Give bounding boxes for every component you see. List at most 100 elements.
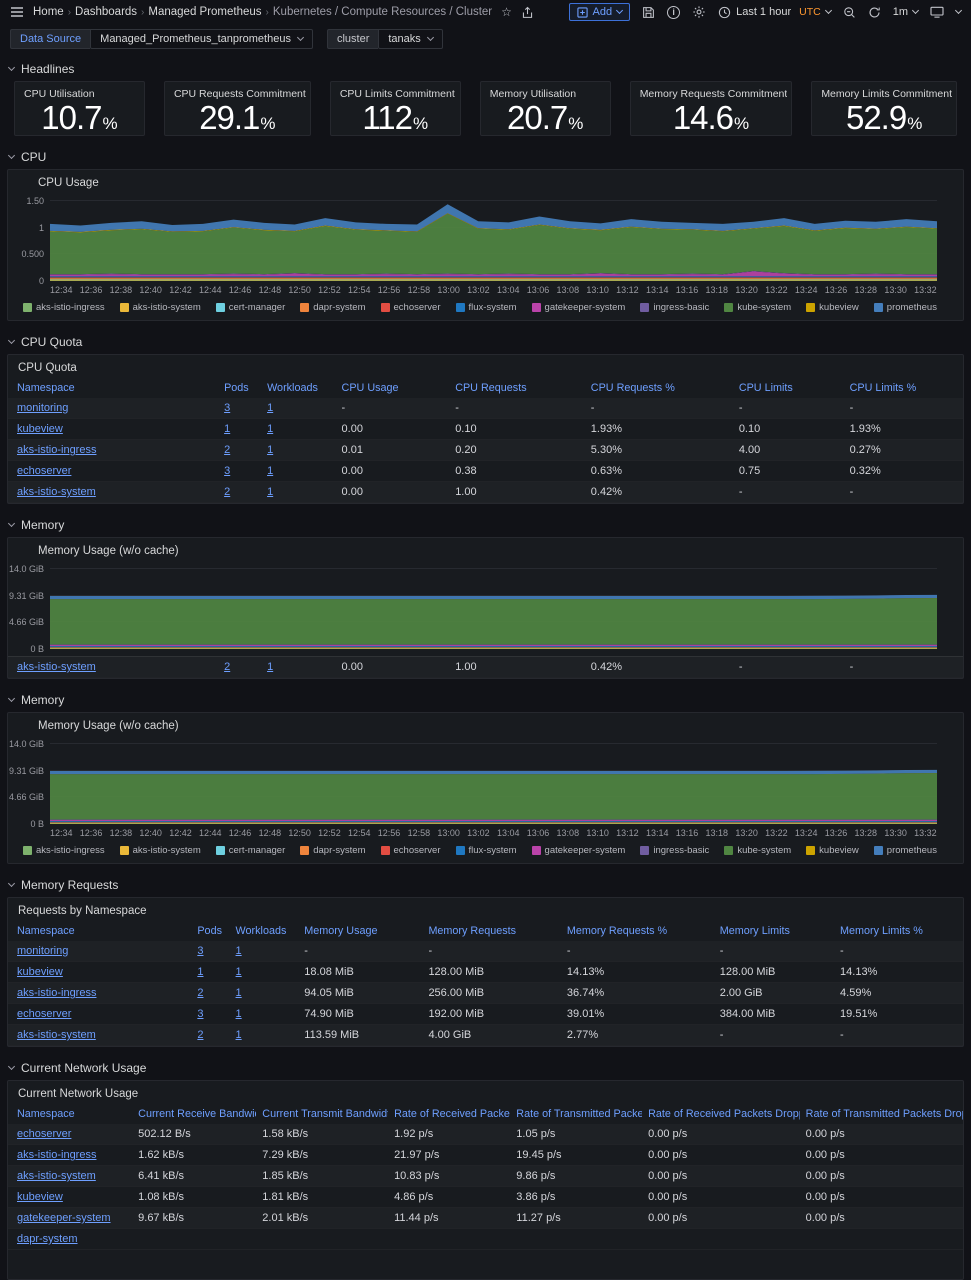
cell-link[interactable]: 1 [236,945,242,957]
refresh-interval-picker[interactable]: 1m [893,6,918,18]
legend-item[interactable]: flux-system [456,845,517,856]
column-header[interactable]: CPU Limits % [844,377,963,398]
legend-item[interactable]: aks-istio-system [120,302,201,313]
column-header[interactable]: Memory Limits [714,920,834,941]
legend-item[interactable]: ingress-basic [640,845,709,856]
section-header-network[interactable]: Current Network Usage [0,1055,971,1080]
datasource-select[interactable]: Managed_Prometheus_tanprometheus [90,29,313,49]
cell-link[interactable]: 1 [197,966,203,978]
legend-item[interactable]: dapr-system [300,845,365,856]
column-header[interactable]: CPU Limits [733,377,844,398]
legend-item[interactable]: prometheus [874,302,937,313]
cell-link[interactable]: kubeview [17,423,63,435]
save-icon[interactable] [642,6,655,19]
cell-link[interactable]: 3 [224,402,230,414]
column-header[interactable]: Memory Usage [298,920,422,941]
cell-link[interactable]: aks-istio-ingress [17,987,96,999]
cell-link[interactable]: 1 [236,1008,242,1020]
column-header[interactable]: Workloads [261,377,335,398]
stat-panel-cpu-limits-commitment[interactable]: CPU Limits Commitment 112% [330,81,461,136]
column-header[interactable]: Pods [191,920,229,941]
cell-link[interactable]: 1 [267,661,273,673]
column-header[interactable]: CPU Requests [449,377,585,398]
cell-link[interactable]: 2 [224,486,230,498]
breadcrumb-dashboards[interactable]: Dashboards [75,6,137,18]
plot-area[interactable] [50,744,937,824]
stat-panel-cpu-utilisation[interactable]: CPU Utilisation 10.7% [14,81,145,136]
section-header-headlines[interactable]: Headlines [0,56,971,81]
cell-link[interactable]: monitoring [17,945,68,957]
legend-item[interactable]: cert-manager [216,845,286,856]
cell-link[interactable]: 1 [224,423,230,435]
column-header[interactable]: Rate of Transmitted Packets Dropped [800,1103,963,1124]
legend-item[interactable]: gatekeeper-system [532,302,626,313]
cell-link[interactable]: gatekeeper-system [17,1212,111,1224]
column-header[interactable]: Memory Requests [422,920,560,941]
stat-panel-memory-limits-commitment[interactable]: Memory Limits Commitment 52.9% [811,81,957,136]
legend-item[interactable]: echoserver [381,302,441,313]
cluster-select[interactable]: tanaks [378,29,442,49]
menu-icon[interactable] [10,6,24,18]
cell-link[interactable]: 1 [267,486,273,498]
legend-item[interactable]: cert-manager [216,302,286,313]
cell-link[interactable]: 2 [224,444,230,456]
column-header[interactable]: Rate of Transmitted Packets [510,1103,642,1124]
cell-link[interactable]: aks-istio-system [17,486,96,498]
time-range-picker[interactable]: Last 1 hour UTC [718,6,831,19]
cell-link[interactable]: 3 [197,945,203,957]
column-header[interactable]: Namespace [8,1103,132,1124]
column-header[interactable]: Namespace [8,377,218,398]
column-header[interactable]: Current Transmit Bandwidth [256,1103,388,1124]
cell-link[interactable]: 1 [267,402,273,414]
legend-item[interactable]: echoserver [381,845,441,856]
legend-item[interactable]: aks-istio-system [120,845,201,856]
cell-link[interactable]: 2 [197,987,203,999]
refresh-icon[interactable] [868,6,881,19]
tv-mode-icon[interactable] [930,6,944,18]
share-icon[interactable] [521,6,534,19]
memory-usage-chart[interactable]: 0 B4.66 GiB9.31 GiB14.0 GiB12:3412:3612:… [8,735,963,863]
column-header[interactable]: Pods [218,377,261,398]
cell-link[interactable]: kubeview [17,1191,63,1203]
column-header[interactable]: Rate of Received Packets Dropped [642,1103,800,1124]
legend-item[interactable]: kube-system [724,302,791,313]
legend-item[interactable]: dapr-system [300,302,365,313]
star-icon[interactable]: ☆ [501,5,512,19]
cell-link[interactable]: 1 [236,1029,242,1041]
cell-link[interactable]: aks-istio-system [17,1029,96,1041]
breadcrumb-home[interactable]: Home [33,6,64,18]
legend-item[interactable]: kube-system [724,845,791,856]
column-header[interactable]: CPU Requests % [585,377,733,398]
legend-item[interactable]: kubeview [806,302,859,313]
legend-item[interactable]: ingress-basic [640,302,709,313]
info-icon[interactable]: i [667,6,680,19]
legend-item[interactable]: prometheus [874,845,937,856]
chevron-down-icon[interactable] [955,7,962,14]
cell-link[interactable]: monitoring [17,402,68,414]
cell-link[interactable]: 1 [267,465,273,477]
column-header[interactable]: Rate of Received Packets [388,1103,510,1124]
section-header-memory-requests[interactable]: Memory Requests [0,872,971,897]
add-button[interactable]: Add [569,3,631,21]
cell-link[interactable]: echoserver [17,1128,71,1140]
section-header-cpu[interactable]: CPU [0,144,971,169]
cell-link[interactable]: 2 [224,661,230,673]
cell-link[interactable]: kubeview [17,966,63,978]
cell-link[interactable]: 1 [267,444,273,456]
section-header-cpu-quota[interactable]: CPU Quota [0,329,971,354]
cell-link[interactable]: 3 [197,1008,203,1020]
cell-link[interactable]: echoserver [17,465,71,477]
legend-item[interactable]: flux-system [456,302,517,313]
cell-link[interactable]: 1 [236,966,242,978]
plot-area[interactable] [50,569,937,649]
legend-item[interactable]: gatekeeper-system [532,845,626,856]
stat-panel-cpu-requests-commitment[interactable]: CPU Requests Commitment 29.1% [164,81,311,136]
cell-link[interactable]: 1 [267,423,273,435]
memory-usage-chart-partial[interactable]: 0 B4.66 GiB9.31 GiB14.0 GiB [8,560,963,654]
cell-link[interactable]: dapr-system [17,1233,78,1245]
section-header-memory[interactable]: Memory [0,512,971,537]
column-header[interactable]: Current Receive Bandwidth [132,1103,256,1124]
stat-panel-memory-utilisation[interactable]: Memory Utilisation 20.7% [480,81,611,136]
cell-link[interactable]: 3 [224,465,230,477]
zoom-out-icon[interactable] [843,6,856,19]
